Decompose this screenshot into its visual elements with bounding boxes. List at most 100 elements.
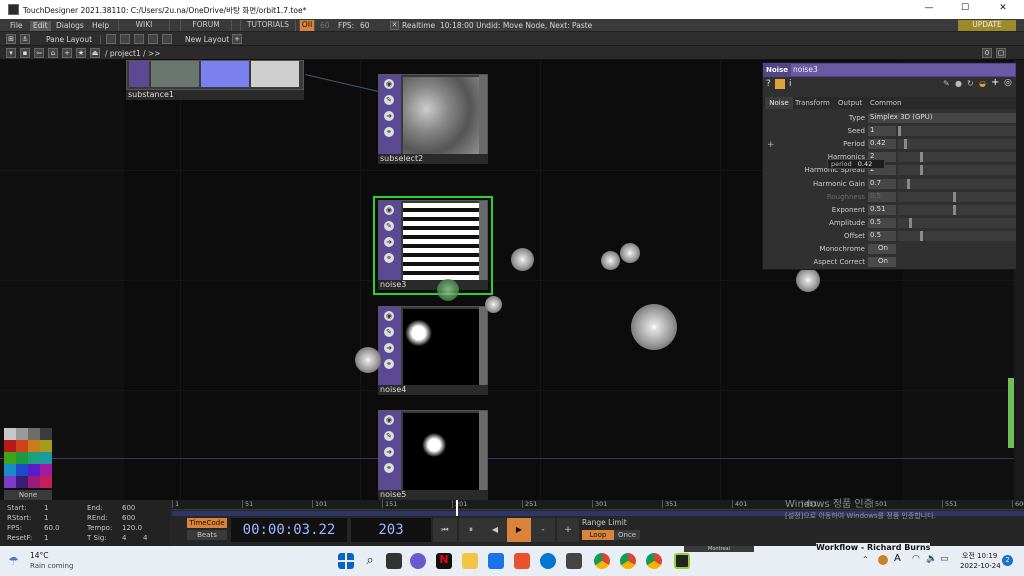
layout-box-icon-3[interactable]: [134, 34, 144, 44]
wiki-button[interactable]: WIKI: [118, 20, 170, 31]
up-icon[interactable]: ⏏: [90, 48, 100, 58]
palette-swatch[interactable]: [16, 464, 28, 476]
end-value[interactable]: 600: [122, 504, 135, 512]
chrome-profile-icon[interactable]: [620, 553, 636, 569]
param-value-field[interactable]: 0.5: [868, 217, 896, 228]
home-icon[interactable]: ⌂: [48, 48, 58, 58]
slider-knob[interactable]: [909, 217, 912, 228]
palette-swatch[interactable]: [40, 428, 52, 440]
start-menu-icon[interactable]: [338, 553, 354, 569]
notification-badge[interactable]: 2: [1002, 555, 1013, 566]
tab-noise[interactable]: Noise: [765, 97, 793, 109]
param-value-field[interactable]: 0.51: [868, 204, 896, 215]
help-icon[interactable]: ?: [766, 79, 771, 89]
tab-common[interactable]: Common: [870, 97, 902, 109]
palette-swatch[interactable]: [16, 428, 28, 440]
pane-layout-button[interactable]: Pane Layout: [46, 35, 92, 45]
fps-value[interactable]: 60.0: [44, 524, 60, 532]
slider-knob[interactable]: [920, 230, 923, 241]
step-back-button[interactable]: ◀: [483, 518, 507, 542]
comment-icon[interactable]: ●: [955, 79, 962, 88]
chrome-icon[interactable]: [594, 553, 610, 569]
tab-transform[interactable]: Transform: [795, 97, 830, 109]
edit-icon[interactable]: ✎: [384, 327, 394, 337]
add-op-icon[interactable]: +: [62, 48, 72, 58]
slider-knob[interactable]: [920, 152, 923, 163]
start-value[interactable]: 1: [44, 504, 48, 512]
ime-indicator[interactable]: A: [894, 553, 901, 564]
layout-box-icon-5[interactable]: [162, 34, 172, 44]
loop-button[interactable]: Loop: [582, 530, 614, 540]
clock-time[interactable]: 오전 10:19: [962, 551, 997, 561]
add-param-icon[interactable]: +: [991, 77, 999, 88]
realtime-checkbox[interactable]: ✕: [390, 21, 399, 30]
back-icon[interactable]: ⇦: [34, 48, 44, 58]
clock-date[interactable]: 2022-10-24: [960, 562, 1001, 570]
new-layout-button[interactable]: New Layout: [185, 35, 229, 45]
color-icon[interactable]: ◒: [979, 79, 986, 88]
slider-knob[interactable]: [953, 204, 956, 215]
arrow-icon[interactable]: ➜: [384, 343, 394, 353]
palette-swatch[interactable]: [4, 464, 16, 476]
node-subselect2[interactable]: ◉ ✎ ➜ ⚭: [378, 74, 488, 158]
anchor-icon[interactable]: ⚓: [20, 34, 30, 44]
param-slider[interactable]: [898, 126, 1016, 137]
menu-help[interactable]: Help: [92, 21, 109, 31]
rstart-value[interactable]: 1: [44, 514, 48, 522]
touchdesigner-taskbar-icon[interactable]: [674, 553, 690, 569]
link-icon[interactable]: ⚭: [384, 253, 394, 263]
update-button[interactable]: UPDATE: [958, 20, 1016, 31]
param-slider[interactable]: [898, 204, 1016, 215]
frame-display[interactable]: 203: [351, 518, 431, 542]
param-type-dropdown[interactable]: Simplex 3D (GPU): [868, 113, 1016, 123]
pane-zero-button[interactable]: 0: [982, 48, 992, 58]
store-icon[interactable]: [488, 553, 504, 569]
pane-type-icon[interactable]: ▪: [20, 48, 30, 58]
network-path[interactable]: / project1 / >>: [105, 49, 161, 59]
cooking-icon[interactable]: ↻: [967, 79, 974, 88]
close-button[interactable]: ✕: [996, 3, 1010, 16]
palette-swatch[interactable]: [40, 464, 52, 476]
op-name-field[interactable]: noise3: [791, 64, 1015, 76]
param-value-field[interactable]: 0.5: [868, 230, 896, 241]
edge-icon[interactable]: [540, 553, 556, 569]
skip-back-button[interactable]: ⏮: [433, 518, 457, 542]
param-slider[interactable]: [898, 165, 1016, 176]
app-icon[interactable]: [566, 553, 582, 569]
pause-button[interactable]: ⏸: [459, 518, 483, 542]
param-value-field[interactable]: 1: [868, 126, 896, 137]
battery-icon[interactable]: ▭: [940, 554, 949, 564]
slider-knob[interactable]: [953, 191, 956, 202]
link-icon[interactable]: ⚭: [384, 359, 394, 369]
chrome-profile-icon-2[interactable]: [646, 553, 662, 569]
edit-icon[interactable]: ✎: [384, 431, 394, 441]
param-slider[interactable]: [898, 139, 1016, 150]
slider-knob[interactable]: [903, 139, 907, 150]
step-plus-button[interactable]: +: [557, 518, 579, 542]
once-button[interactable]: Once: [614, 530, 640, 540]
slider-knob[interactable]: [898, 126, 901, 137]
weather-temp[interactable]: 14°C: [30, 551, 49, 560]
play-button[interactable]: ▶: [507, 518, 531, 542]
task-view-icon[interactable]: [386, 553, 402, 569]
color-palette[interactable]: None: [4, 428, 52, 500]
palette-swatch[interactable]: [28, 440, 40, 452]
oii-badge[interactable]: OII: [299, 20, 315, 31]
param-slider[interactable]: [898, 191, 1016, 202]
wifi-icon[interactable]: ◠: [912, 554, 920, 564]
resetf-value[interactable]: 1: [44, 534, 48, 542]
param-value-field[interactable]: 0.42: [868, 139, 896, 150]
palette-swatch[interactable]: [16, 452, 28, 464]
connection-wire[interactable]: [304, 74, 379, 92]
viewer-icon[interactable]: ◉: [384, 415, 394, 425]
weather-desc[interactable]: Rain coming: [30, 562, 73, 570]
slider-knob[interactable]: [906, 178, 910, 189]
viewer-icon[interactable]: ◉: [384, 205, 394, 215]
node-substance1[interactable]: [126, 60, 304, 90]
add-layout-button[interactable]: +: [232, 34, 242, 44]
menu-edit[interactable]: Edit: [30, 21, 51, 31]
param-slider[interactable]: [898, 152, 1016, 163]
star-icon[interactable]: ★: [76, 48, 86, 58]
palette-swatch[interactable]: [40, 440, 52, 452]
param-toggle[interactable]: On: [868, 257, 896, 268]
